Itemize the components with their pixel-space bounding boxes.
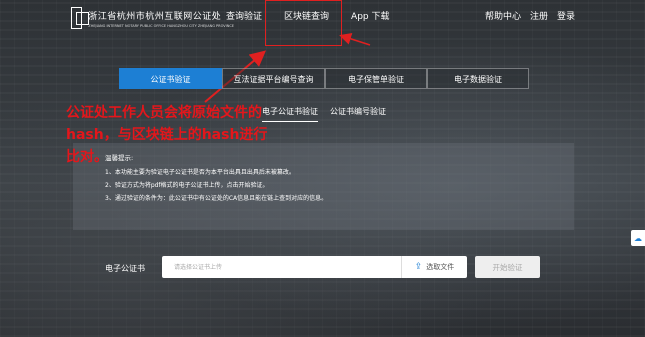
notice-line: 2、验证方式为将pdf格式的电子公证书上传，点击开始验证。 [105, 182, 269, 189]
subtab-cert-number[interactable]: 公证书编号验证 [330, 106, 386, 122]
register-link[interactable]: 注册 [530, 9, 548, 22]
upload-icon: ⇪ [414, 262, 423, 272]
tab-certificate-verify[interactable]: 公证书验证 [119, 68, 222, 89]
logo-title: 浙江省杭州市杭州互联网公证处 [88, 11, 222, 22]
tab-data-verify[interactable]: 电子数据验证 [427, 68, 529, 89]
sub-tabs: 电子公证书验证 公证书编号验证 [262, 106, 386, 122]
highlight-box [265, 0, 342, 46]
arrow-small [339, 33, 371, 46]
certificate-label: 电子公证书 [105, 264, 145, 273]
choose-file-button[interactable]: ⇪ 选取文件 [401, 256, 467, 278]
notice-line: 3、通过验证的条件为：此公证书中有公证处的CA信息且能在链上查到对应的信息。 [105, 195, 328, 202]
nav-app-download[interactable]: App 下载 [340, 9, 400, 22]
user-links: 帮助中心 注册 登录 [485, 9, 575, 22]
logo-subtitle: ZHEJIANG INTERNET NOTARY PUBLIC OFFICE H… [88, 23, 234, 28]
site-logo[interactable]: 浙江省杭州市杭州互联网公证处 ZHEJIANG INTERNET NOTARY … [71, 6, 234, 30]
file-placeholder: 请选择公证书上传 [174, 264, 223, 271]
help-center-link[interactable]: 帮助中心 [485, 9, 521, 22]
annotation-text: 公证处工作人员会将原始文件的hash，与区块链上的hash进行比对。 [66, 105, 268, 165]
login-link[interactable]: 登录 [557, 9, 575, 22]
verification-tabs: 公证书验证 互法证据平台编号查询 电子保管单验证 电子数据验证 [119, 68, 529, 89]
logo-emblem-icon [71, 7, 90, 29]
tab-custody-verify[interactable]: 电子保管单验证 [325, 68, 427, 89]
tab-evidence-number-query[interactable]: 互法证据平台编号查询 [222, 68, 325, 89]
choose-file-label: 选取文件 [426, 263, 455, 271]
floating-service-icon[interactable]: ☁ [631, 230, 645, 246]
start-verify-button[interactable]: 开始验证 [475, 256, 540, 278]
file-upload-field[interactable]: 请选择公证书上传 ⇪ 选取文件 [162, 256, 467, 278]
